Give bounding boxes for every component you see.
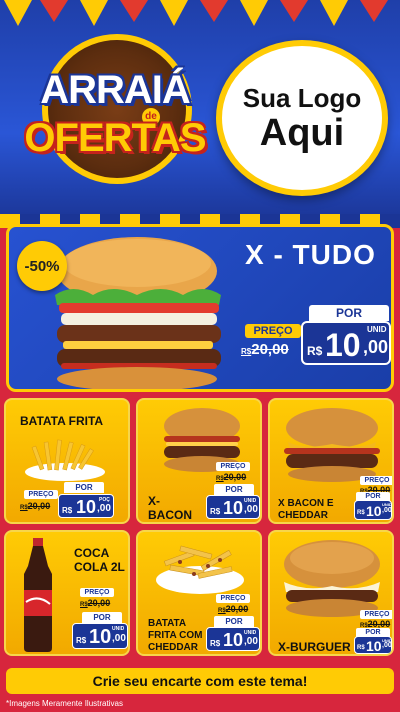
featured-price-cents: ,00 [363,337,389,357]
product-card-coca-cola: COCA COLA 2L PREÇO R$20,00 POR R$ 10 ,00… [4,530,130,656]
currency: R$ [62,506,73,515]
old-price-currency: R$ [216,476,224,482]
currency: R$ [357,645,365,651]
disclaimer-text: *Imagens Meramente Ilustrativas [6,699,123,708]
price-cents: ,00 [97,503,111,514]
old-price-value: 20,00 [225,604,249,614]
hero-banner: ARRAIÁ de OFERTAS Sua Logo Aqui [0,0,400,222]
currency: R$ [357,510,365,516]
unit: UNID [382,638,392,643]
old-price-value: 20,00 [223,472,247,482]
old-price-label: PREÇO [80,588,114,597]
logo-placeholder: Sua Logo Aqui [216,40,388,196]
unit: UNID [382,502,392,507]
price-int: 10 [366,638,382,654]
unit: POÇ [99,497,110,503]
arraia-ofertas-badge: ARRAIÁ de OFERTAS [10,28,220,204]
new-price-label: POR [82,612,122,623]
product-card-batata-frita: BATATA FRITA PREÇO R$20,00 POR R$ 10 ,00… [4,398,130,524]
x-bacon-cheddar-image [284,408,380,482]
new-price: R$ 10 ,00 UNID [206,495,260,519]
old-price: R$20,00 [20,501,50,511]
new-price: R$ 10 ,00 UNID [72,623,128,649]
price-int: 10 [223,498,244,518]
price-cents: ,00 [244,636,258,647]
product-grid: BATATA FRITA PREÇO R$20,00 POR R$ 10 ,00… [4,398,396,660]
new-price-label: POR [356,492,390,501]
price-int: 10 [223,630,244,650]
old-price-currency: R$ [20,505,28,511]
price-cents: ,00 [382,507,392,514]
price-cents: ,00 [382,642,392,649]
old-price-value: 20,00 [87,598,111,608]
featured-unit: UNID [367,325,387,334]
product-card-x-bacon: X-BACON PREÇO R$20,00 POR R$ 10 ,00 UNID [136,398,262,524]
featured-product-card: -50% X - TUDO POR PREÇO R$20,00 R$ 10 ,0… [6,224,394,392]
featured-new-price: R$ 10 ,00 UNID [301,321,391,365]
old-price: R$20,00 [80,598,110,608]
unit: UNID [112,626,125,632]
old-price-currency: R$ [80,602,88,608]
currency: R$ [210,639,221,648]
new-price: R$ 10 ,00 UNID [354,636,392,654]
old-price-label: PREÇO [216,594,250,603]
old-price: R$20,00 [218,604,248,614]
discount-badge: -50% [17,241,67,291]
featured-currency: R$ [307,344,323,358]
product-name: BATATA FRITA [20,414,104,428]
product-card-batata-cheddar: BATATA FRITA COM CHEDDAR PREÇO R$20,00 P… [136,530,262,656]
new-price-label: POR [64,482,104,493]
old-price-label: PREÇO [360,610,392,619]
fries-cheddar-image [156,545,244,594]
cta-banner[interactable]: Crie seu encarte com este tema! [6,668,394,694]
old-price-label: PREÇO [360,476,392,485]
coca-cola-bottle-image [24,538,52,652]
featured-old-price: R$20,00 [241,341,289,358]
new-price-label: POR [214,484,254,495]
product-name: X-BURGUER [278,640,351,654]
old-price-label: PREÇO [216,462,250,471]
old-price-currency: R$ [218,608,226,614]
product-name: X-BACON [148,494,192,522]
logo-line-2: Aqui [259,112,345,154]
product-card-x-bacon-cheddar: PREÇO R$20,00 X BACON E CHEDDAR R$ 10 ,0… [268,398,394,524]
currency: R$ [210,507,221,516]
price-int: 10 [366,503,382,519]
new-price: R$ 10 ,00 UNID [206,627,260,651]
product-name: BATATA FRITA COM CHEDDAR [148,618,203,653]
price-int: 10 [76,497,97,517]
featured-price-int: 10 [325,327,361,363]
new-price: R$ 10 ,00 POÇ [58,494,114,518]
old-price-value: 20,00 [27,501,51,511]
old-price: R$20,00 [216,472,246,482]
title-arraia: ARRAIÁ [40,68,191,112]
big-burger-image [55,237,221,389]
featured-preco-label: PREÇO [245,324,301,338]
featured-product-name: X - TUDO [245,239,376,270]
price-cents: ,00 [244,504,258,515]
new-price: R$ 10 ,00 UNID [354,500,392,520]
unit: UNID [244,630,257,636]
logo-line-1: Sua Logo [242,83,362,113]
product-card-x-burguer: PREÇO R$20,00 X-BURGUER POR R$ 10 ,00 UN… [268,530,394,656]
price-int: 10 [89,626,112,648]
x-burguer-image [284,540,380,617]
product-name: X BACON E CHEDDAR [278,498,334,521]
featured-old-currency: R$ [241,347,252,356]
new-price-label: POR [214,616,254,627]
old-price-label: PREÇO [24,490,58,499]
price-cents: ,00 [112,633,126,644]
unit: UNID [244,498,257,504]
featured-por-label: POR [309,305,389,321]
title-ofertas: OFERTAS [24,116,206,160]
product-name: COCA COLA 2L [74,546,125,574]
fries-image [25,439,105,481]
currency: R$ [76,636,87,645]
featured-old-price-value: 20,00 [251,341,289,358]
